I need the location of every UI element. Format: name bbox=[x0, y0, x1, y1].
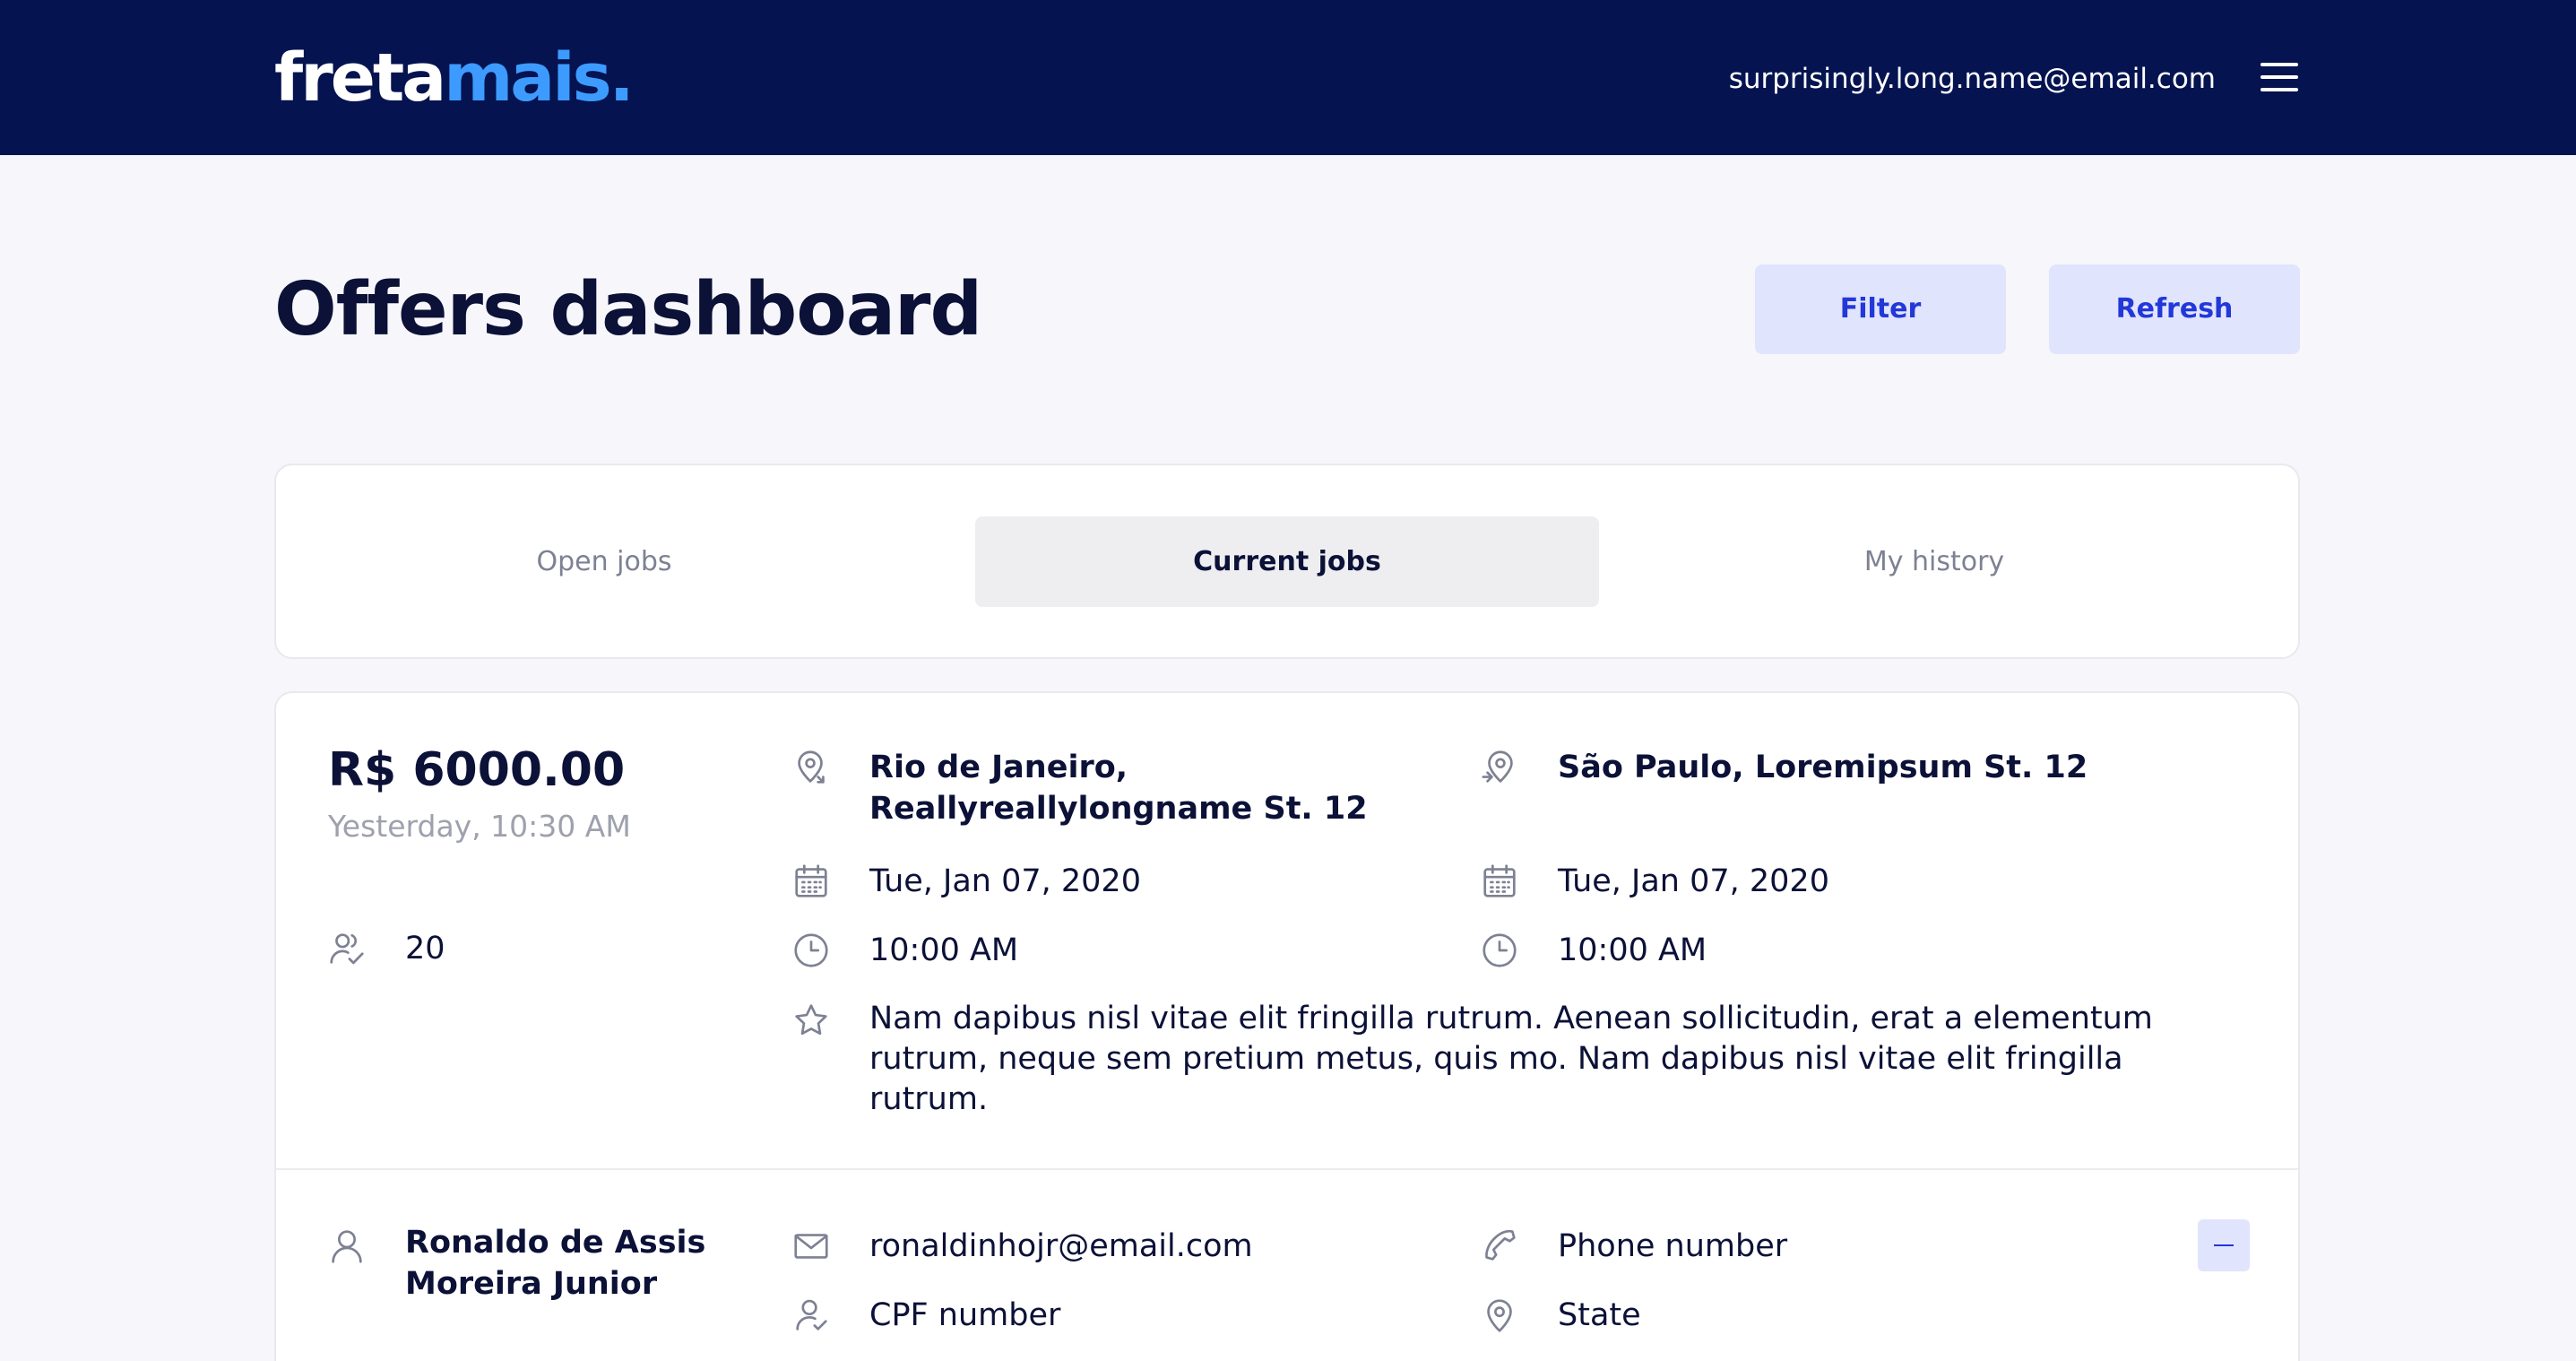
users-check-icon bbox=[326, 928, 367, 969]
hamburger-menu-icon[interactable] bbox=[2260, 61, 2298, 93]
tab-current-jobs[interactable]: Current jobs bbox=[975, 516, 1599, 607]
destination-address: São Paulo, Loremipsum St. 12 bbox=[1558, 750, 2088, 785]
client-cpf: CPF number bbox=[869, 1297, 1061, 1333]
client-name-line2: Moreira Junior bbox=[405, 1266, 658, 1302]
phone-icon bbox=[1479, 1226, 1520, 1267]
origin-address-line2: Reallyreallylongname St. 12 bbox=[869, 791, 1368, 827]
user-email[interactable]: surprisingly.long.name@email.com bbox=[1729, 61, 2216, 97]
job-card: R$ 6000.00 Yesterday, 10:30 AM 20 Rio de… bbox=[274, 691, 2300, 1361]
client-state: State bbox=[1558, 1297, 1641, 1333]
client-name-line1: Ronaldo de Assis bbox=[405, 1225, 706, 1261]
calendar-icon bbox=[791, 861, 832, 902]
mail-icon bbox=[791, 1226, 832, 1267]
tab-open-jobs[interactable]: Open jobs bbox=[292, 516, 916, 607]
tab-my-history[interactable]: My history bbox=[1622, 516, 2246, 607]
filter-button[interactable]: Filter bbox=[1755, 264, 2006, 354]
minus-icon bbox=[2214, 1244, 2234, 1246]
job-notes-line3: rutrum. bbox=[869, 1081, 989, 1117]
star-icon bbox=[791, 1000, 832, 1041]
logo-text-freta: freta bbox=[274, 39, 446, 117]
page-title: Offers dashboard bbox=[274, 267, 982, 352]
pin-destination-icon bbox=[1479, 747, 1520, 788]
job-notes-line2: rutrum, neque sem pretium metus, quis mo… bbox=[869, 1041, 2123, 1077]
logo-text-mais: mais bbox=[444, 39, 611, 117]
user-icon bbox=[326, 1226, 367, 1267]
origin-time: 10:00 AM bbox=[869, 932, 1019, 968]
job-tabs: Open jobs Current jobs My history bbox=[274, 464, 2300, 659]
location-pin-icon bbox=[1479, 1295, 1520, 1336]
calendar-icon bbox=[1479, 861, 1520, 902]
user-id-icon bbox=[791, 1295, 832, 1336]
clock-icon bbox=[791, 930, 832, 971]
collapse-details-button[interactable] bbox=[2198, 1219, 2250, 1271]
client-phone[interactable]: Phone number bbox=[1558, 1226, 1787, 1267]
clock-icon bbox=[1479, 930, 1520, 971]
fretamais-logo[interactable]: fretamais. bbox=[274, 39, 635, 117]
logo-dot: . bbox=[609, 39, 635, 117]
job-posted-time: Yesterday, 10:30 AM bbox=[328, 809, 631, 844]
refresh-button[interactable]: Refresh bbox=[2049, 264, 2300, 354]
destination-time: 10:00 AM bbox=[1558, 932, 1707, 968]
destination-date: Tue, Jan 07, 2020 bbox=[1558, 863, 1829, 899]
pin-origin-icon bbox=[791, 747, 832, 788]
job-price: R$ 6000.00 bbox=[328, 743, 626, 797]
origin-date: Tue, Jan 07, 2020 bbox=[869, 863, 1141, 899]
top-navigation-bar: fretamais. surprisingly.long.name@email.… bbox=[0, 0, 2576, 155]
client-email[interactable]: ronaldinhojr@email.com bbox=[869, 1226, 1253, 1267]
job-notes-line1: Nam dapibus nisl vitae elit fringilla ru… bbox=[869, 1001, 2153, 1036]
passenger-count: 20 bbox=[405, 931, 445, 967]
card-divider bbox=[276, 1168, 2298, 1170]
origin-address-line1: Rio de Janeiro, bbox=[869, 750, 1128, 785]
